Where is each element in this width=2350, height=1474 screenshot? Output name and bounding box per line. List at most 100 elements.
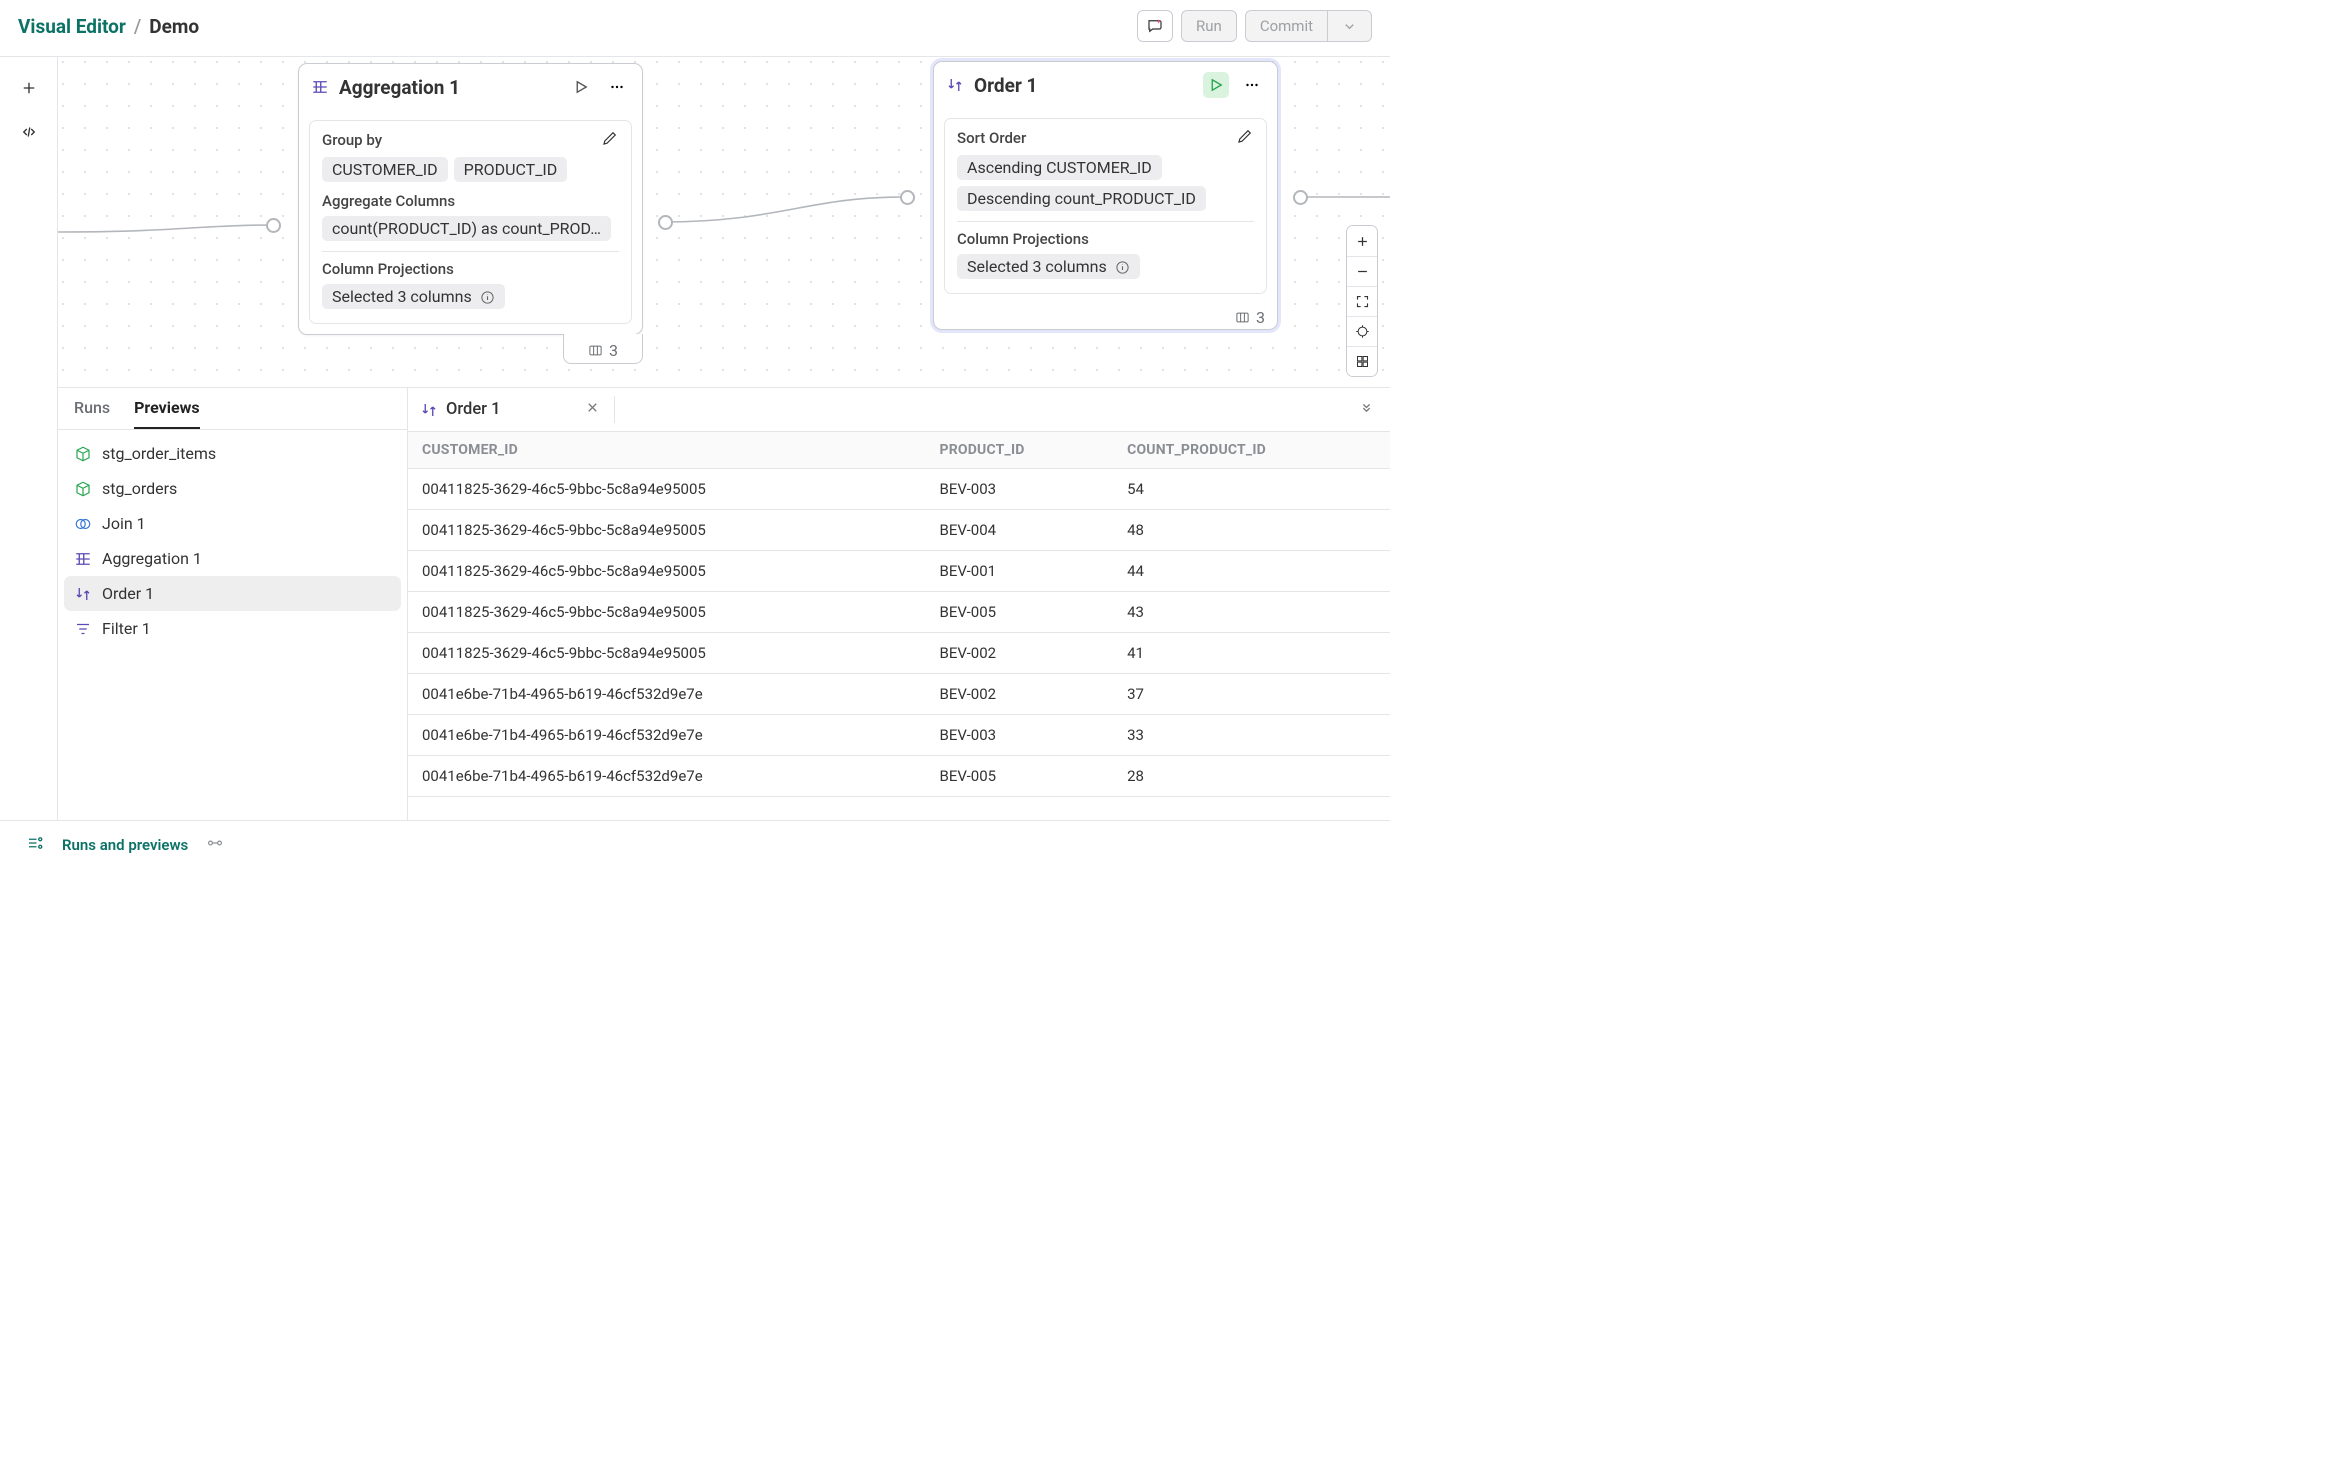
tab-runs[interactable]: Runs: [74, 398, 110, 429]
chevron-down-icon: [1342, 19, 1357, 34]
groupby-label: Group by: [322, 131, 382, 149]
target-icon: [1355, 324, 1370, 339]
preview-table: CUSTOMER_IDPRODUCT_IDCOUNT_PRODUCT_ID 00…: [408, 432, 1390, 797]
sidebar-item-label: stg_orders: [102, 479, 177, 498]
table-cell: 33: [1113, 715, 1390, 756]
collapse-panel-button[interactable]: [1355, 396, 1378, 423]
node-title: Aggregation 1: [339, 76, 460, 99]
model-icon: [74, 445, 92, 463]
node-menu-button[interactable]: [1239, 72, 1265, 98]
canvas[interactable]: Aggregation 1 Group by: [58, 57, 1390, 387]
preview-header: Order 1: [408, 388, 1390, 432]
pencil-icon: [1236, 127, 1254, 145]
close-preview-button[interactable]: [581, 396, 604, 423]
commit-button[interactable]: Commit: [1245, 10, 1328, 42]
sidebar-item-label: Order 1: [102, 584, 154, 603]
table-row[interactable]: 00411825-3629-46c5-9bbc-5c8a94e95005BEV-…: [408, 592, 1390, 633]
sidebar-item-model[interactable]: stg_order_items: [64, 436, 401, 471]
zoom-out-button[interactable]: [1347, 256, 1377, 286]
table-row[interactable]: 0041e6be-71b4-4965-b619-46cf532d9e7eBEV-…: [408, 674, 1390, 715]
run-node-button[interactable]: [1203, 72, 1229, 98]
table-row[interactable]: 00411825-3629-46c5-9bbc-5c8a94e95005BEV-…: [408, 633, 1390, 674]
port-in-order[interactable]: [900, 190, 915, 205]
sort-icon: [420, 401, 438, 419]
table-cell: 41: [1113, 633, 1390, 674]
play-icon: [572, 78, 590, 96]
sort-label: Sort Order: [957, 129, 1026, 147]
breadcrumb: Visual Editor / Demo: [18, 15, 199, 38]
node-column-count: 3: [563, 334, 643, 364]
table-row[interactable]: 00411825-3629-46c5-9bbc-5c8a94e95005BEV-…: [408, 510, 1390, 551]
chip-projection[interactable]: Selected 3 columns: [322, 284, 505, 309]
topbar-actions: Run Commit: [1137, 10, 1372, 42]
chip: Ascending CUSTOMER_ID: [957, 155, 1162, 180]
table-row[interactable]: 0041e6be-71b4-4965-b619-46cf532d9e7eBEV-…: [408, 756, 1390, 797]
edit-button[interactable]: [601, 129, 619, 151]
commit-menu-button[interactable]: [1328, 10, 1372, 42]
ai-assist-button[interactable]: [1137, 10, 1173, 42]
table-row[interactable]: 0041e6be-71b4-4965-b619-46cf532d9e7eBEV-…: [408, 715, 1390, 756]
table-cell: 28: [1113, 756, 1390, 797]
chevrons-down-icon: [1359, 400, 1374, 415]
node-menu-button[interactable]: [604, 74, 630, 100]
table-cell: 00411825-3629-46c5-9bbc-5c8a94e95005: [408, 469, 926, 510]
proj-label: Column Projections: [322, 260, 454, 278]
minimap-button[interactable]: [1347, 346, 1377, 376]
chip: PRODUCT_ID: [454, 157, 568, 182]
fit-view-button[interactable]: [1347, 286, 1377, 316]
sidebar-item-join[interactable]: Join 1: [64, 506, 401, 541]
chip: count(PRODUCT_ID) as count_PROD…: [322, 216, 611, 241]
port-out-order[interactable]: [1293, 190, 1308, 205]
column-header[interactable]: COUNT_PRODUCT_ID: [1113, 432, 1390, 469]
column-header[interactable]: PRODUCT_ID: [926, 432, 1114, 469]
info-icon: [1115, 260, 1130, 275]
chip-projection[interactable]: Selected 3 columns: [957, 254, 1140, 279]
footer-runs-previews[interactable]: Runs and previews: [62, 836, 188, 854]
port-in-aggregation[interactable]: [266, 218, 281, 233]
pencil-icon: [601, 129, 619, 147]
sidebar-item-model[interactable]: stg_orders: [64, 471, 401, 506]
zoom-in-button[interactable]: [1347, 226, 1377, 256]
column-header[interactable]: CUSTOMER_ID: [408, 432, 926, 469]
aggcols-label: Aggregate Columns: [322, 192, 455, 210]
table-cell: 0041e6be-71b4-4965-b619-46cf532d9e7e: [408, 756, 926, 797]
table-cell: 00411825-3629-46c5-9bbc-5c8a94e95005: [408, 510, 926, 551]
sidebar-item-order[interactable]: Order 1: [64, 576, 401, 611]
tab-previews[interactable]: Previews: [134, 398, 200, 429]
table-cell: BEV-005: [926, 756, 1114, 797]
sort-chips: Ascending CUSTOMER_ID Descending count_P…: [957, 155, 1254, 211]
grid-icon: [1355, 354, 1370, 369]
runs-previews-icon: [26, 834, 44, 856]
sidebar-item-filter[interactable]: Filter 1: [64, 611, 401, 646]
more-icon: [1243, 76, 1261, 94]
table-cell: BEV-004: [926, 510, 1114, 551]
add-node-button[interactable]: [20, 79, 38, 101]
columns-icon: [588, 343, 603, 358]
table-row[interactable]: 00411825-3629-46c5-9bbc-5c8a94e95005BEV-…: [408, 469, 1390, 510]
code-view-button[interactable]: [20, 123, 38, 145]
agg-icon: [74, 550, 92, 568]
git-branch-icon[interactable]: [206, 834, 224, 856]
code-icon: [20, 123, 38, 141]
sidebar-item-label: Filter 1: [102, 619, 151, 638]
table-row[interactable]: 00411825-3629-46c5-9bbc-5c8a94e95005BEV-…: [408, 551, 1390, 592]
sidebar-item-agg[interactable]: Aggregation 1: [64, 541, 401, 576]
breadcrumb-page: Demo: [149, 15, 199, 38]
run-node-button[interactable]: [568, 74, 594, 100]
groupby-chips: CUSTOMER_ID PRODUCT_ID: [322, 157, 619, 182]
preview-list: stg_order_items stg_orders Join 1Aggregati…: [58, 430, 407, 652]
breadcrumb-root[interactable]: Visual Editor: [18, 15, 126, 38]
edit-button[interactable]: [1236, 127, 1254, 149]
panel-tabs: Runs Previews: [58, 388, 407, 430]
table-cell: BEV-003: [926, 715, 1114, 756]
left-rail: [0, 57, 58, 820]
recenter-button[interactable]: [1347, 316, 1377, 346]
node-order[interactable]: Order 1 Sort Order: [933, 61, 1278, 330]
run-button[interactable]: Run: [1181, 10, 1237, 42]
node-aggregation[interactable]: Aggregation 1 Group by: [298, 63, 643, 335]
sidebar-item-label: stg_order_items: [102, 444, 216, 463]
table-cell: 0041e6be-71b4-4965-b619-46cf532d9e7e: [408, 674, 926, 715]
plus-icon: [20, 79, 38, 97]
maximize-icon: [1355, 294, 1370, 309]
port-out-aggregation[interactable]: [658, 215, 673, 230]
